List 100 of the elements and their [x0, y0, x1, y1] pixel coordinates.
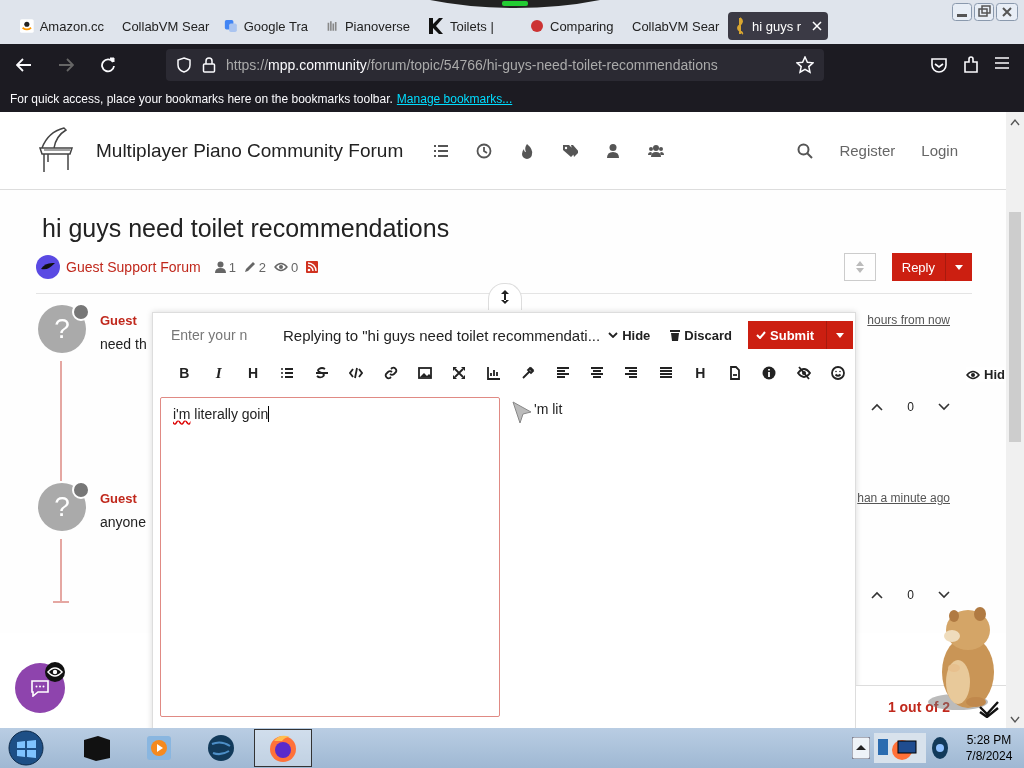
- media-player-icon: [147, 736, 171, 760]
- clock-icon[interactable]: [476, 142, 493, 159]
- scroll-thumb[interactable]: [1009, 212, 1021, 442]
- caret-icon: [955, 264, 963, 270]
- upvote-icon[interactable]: [871, 591, 884, 599]
- file-icon: [727, 366, 742, 380]
- post-count: 2: [258, 259, 267, 275]
- align-left-icon: [555, 366, 570, 380]
- category-icon[interactable]: [36, 255, 60, 279]
- tray-arrow-icon[interactable]: [852, 737, 870, 759]
- user-icon[interactable]: [605, 142, 622, 159]
- pocket-icon[interactable]: [930, 56, 948, 74]
- eye-icon: [966, 369, 980, 380]
- search-icon[interactable]: [797, 142, 814, 159]
- block-icon: [428, 17, 444, 35]
- heading-tool[interactable]: H: [235, 365, 271, 381]
- address-bar[interactable]: https://mpp.community/forum/topic/54766/hi-guys-need-toilet-recommendations: [166, 49, 824, 81]
- browser-tab[interactable]: Pianoverse: [320, 12, 416, 40]
- reply-button[interactable]: Reply: [891, 253, 972, 281]
- strike-icon: [314, 366, 329, 380]
- globe-icon: [207, 734, 235, 762]
- site-title[interactable]: Multiplayer Piano Community Forum: [96, 139, 404, 162]
- check-icon: [756, 331, 767, 339]
- forward-arrow-icon: [58, 58, 74, 72]
- topic-title: hi guys need toilet recommendations: [42, 214, 451, 243]
- browser-tab[interactable]: Toilets |: [422, 12, 518, 40]
- post-time[interactable]: han a minute ago: [857, 491, 950, 506]
- editor-field[interactable]: i'm literally goin: [160, 397, 500, 717]
- star-icon[interactable]: [796, 56, 814, 74]
- browser-tab[interactable]: Google Tra: [218, 12, 314, 40]
- rss-icon[interactable]: [306, 261, 319, 273]
- smile-icon: [20, 18, 34, 34]
- firefox-icon: [268, 733, 298, 763]
- double-check-icon[interactable]: [978, 700, 1000, 718]
- picker-icon: [521, 366, 536, 380]
- users-icon[interactable]: [648, 142, 665, 159]
- upvote-icon[interactable]: [871, 403, 884, 411]
- start-button[interactable]: [8, 730, 44, 766]
- nav-link[interactable]: Login: [921, 142, 958, 159]
- minimize-icon[interactable]: [952, 3, 972, 21]
- user-icon: [214, 261, 226, 273]
- caret-icon: [836, 332, 845, 338]
- preview-hide-button[interactable]: Hid: [966, 367, 1005, 382]
- smiley-icon: [830, 366, 845, 380]
- tray-apps-icon[interactable]: [874, 733, 926, 763]
- image-icon: [418, 366, 433, 380]
- browser-tab[interactable]: Comparing: [524, 12, 620, 40]
- resize-handle[interactable]: [488, 283, 522, 310]
- tray-disc-icon[interactable]: [930, 736, 950, 760]
- heading-tool[interactable]: H: [683, 365, 718, 381]
- view-count: 0: [291, 259, 299, 275]
- align-center-icon: [590, 366, 605, 380]
- avatar-glyph: ?: [54, 491, 70, 523]
- sort-icon: [855, 261, 864, 273]
- eye-icon: [274, 261, 289, 273]
- nav-link[interactable]: Register: [839, 142, 896, 159]
- status-dot: [72, 481, 90, 499]
- downvote-icon[interactable]: [938, 591, 950, 599]
- menu-icon[interactable]: [994, 56, 1010, 70]
- avatar-glyph: ?: [54, 313, 70, 345]
- scrollbar[interactable]: [1006, 112, 1024, 728]
- browser-tab[interactable]: hi guys r: [728, 12, 828, 40]
- post-time[interactable]: hours from now: [867, 313, 950, 328]
- list-icon[interactable]: [433, 142, 450, 159]
- taskbar-app[interactable]: [254, 729, 312, 767]
- manage-bookmarks-link[interactable]: Manage bookmarks...: [396, 92, 513, 106]
- overlay-handle-icon: [430, 0, 600, 8]
- bold-tool[interactable]: B: [167, 365, 202, 381]
- clock[interactable]: 5:28 PM 7/8/2024: [954, 732, 1024, 764]
- discard-button[interactable]: Discard: [670, 327, 733, 343]
- chat-bubble-icon: [30, 679, 50, 697]
- reload-icon: [100, 57, 116, 73]
- vote-count: 0: [907, 400, 914, 414]
- link-icon: [383, 366, 398, 380]
- replying-text: Replying to "hi guys need toilet recommendati...: [283, 326, 601, 344]
- browser-tab[interactable]: Amazon.cc: [14, 12, 110, 40]
- post-text: need th: [100, 336, 147, 352]
- downvote-icon[interactable]: [938, 403, 950, 411]
- post-author[interactable]: Guest: [100, 491, 137, 506]
- post-author[interactable]: Guest: [100, 313, 137, 328]
- clef-icon: [734, 17, 746, 35]
- browser-tab[interactable]: CollabVM Sear: [626, 12, 722, 40]
- shield-icon: [176, 57, 192, 73]
- waves-icon: [326, 18, 339, 34]
- close-icon[interactable]: [996, 3, 1018, 21]
- post-text: anyone: [100, 514, 146, 530]
- restore-icon[interactable]: [974, 3, 994, 21]
- scroll-down-icon[interactable]: [1010, 716, 1020, 724]
- scroll-up-icon[interactable]: [1010, 118, 1020, 126]
- dot-icon: [530, 19, 544, 33]
- italic-tool[interactable]: I: [201, 364, 236, 382]
- mouse-cursor-icon: [512, 401, 534, 425]
- category-link[interactable]: Guest Support Forum: [66, 259, 201, 275]
- submit-button[interactable]: Submit: [748, 321, 854, 349]
- box-icon: [82, 734, 112, 762]
- tags-icon[interactable]: [562, 142, 579, 159]
- code-icon: [349, 366, 364, 380]
- puzzle-icon[interactable]: [962, 56, 980, 74]
- hide-button[interactable]: Hide: [608, 327, 651, 343]
- browser-tab[interactable]: CollabVM Sear: [116, 12, 212, 40]
